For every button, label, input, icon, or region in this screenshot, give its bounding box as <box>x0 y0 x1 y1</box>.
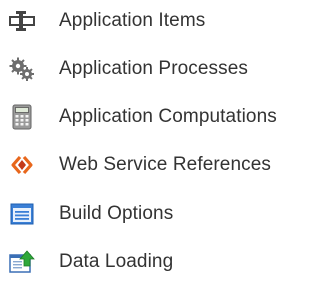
web-service-icon <box>9 152 35 178</box>
menu-item-label: Application Processes <box>59 58 249 79</box>
gears-icon <box>9 56 35 82</box>
application-items-icon <box>9 8 35 34</box>
menu-item-label: Data Loading <box>59 251 174 272</box>
build-options-icon <box>9 201 35 227</box>
menu-item-application-items[interactable]: Application Items <box>0 0 326 45</box>
menu-item-label: Application Items <box>59 10 206 31</box>
menu-item-data-loading[interactable]: Data Loading <box>0 238 326 282</box>
shared-components-menu: Application Items Application Processes … <box>0 0 326 282</box>
menu-item-web-service-references[interactable]: Web Service References <box>0 141 326 189</box>
data-loading-icon <box>9 249 35 275</box>
menu-item-label: Build Options <box>59 203 174 224</box>
menu-item-label: Application Computations <box>59 106 277 127</box>
menu-item-build-options[interactable]: Build Options <box>0 190 326 238</box>
menu-item-application-processes[interactable]: Application Processes <box>0 45 326 93</box>
menu-item-application-computations[interactable]: Application Computations <box>0 93 326 141</box>
calculator-icon <box>9 104 35 130</box>
menu-item-label: Web Service References <box>59 154 271 175</box>
